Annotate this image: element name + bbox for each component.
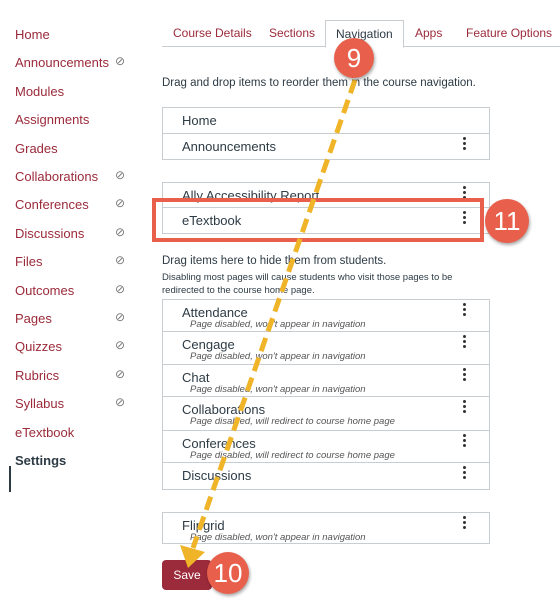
annotation-badge-10: 10 (207, 552, 249, 594)
drag-arrow (180, 79, 358, 568)
annotation-badge-9: 9 (334, 38, 374, 78)
annotation-badge-11: 11 (485, 199, 529, 243)
